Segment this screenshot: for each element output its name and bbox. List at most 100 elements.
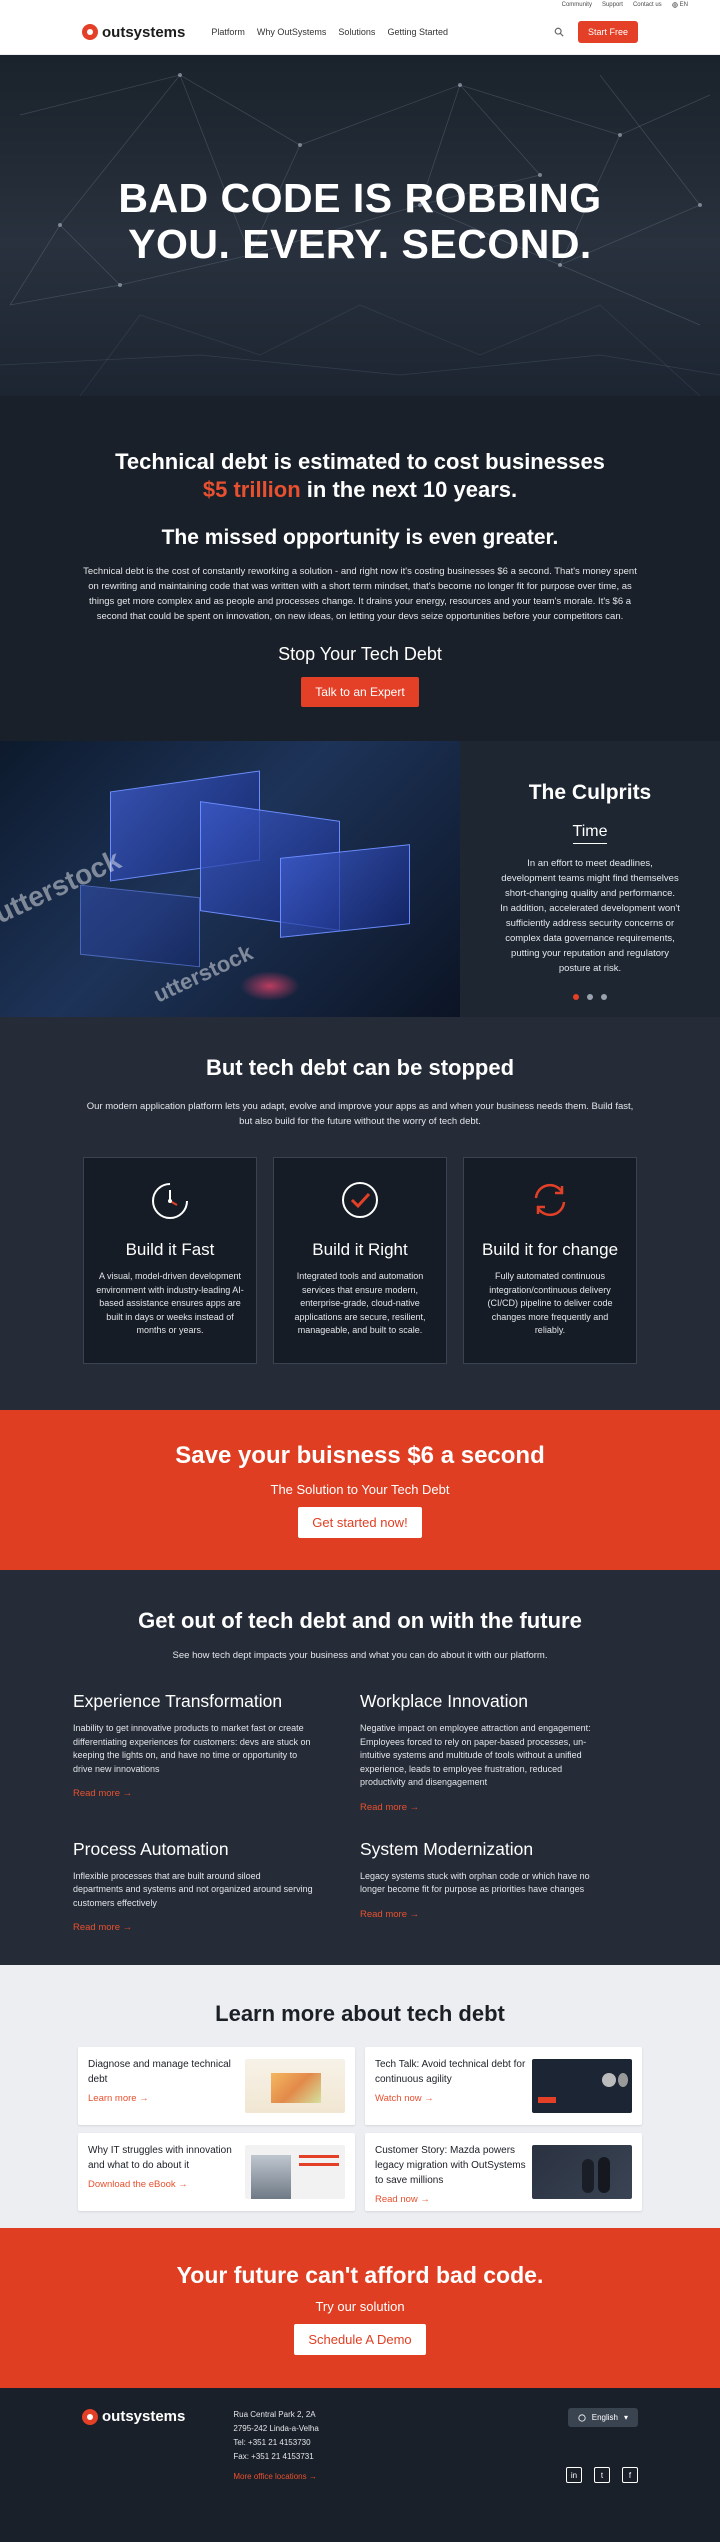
future-item: System Modernization Legacy systems stuc… [360, 1839, 647, 1936]
debt-body: Technical debt is the cost of constantly… [83, 566, 637, 622]
cta-subtitle: Try our solution [315, 2299, 405, 2314]
address-line: Fax: +351 21 4153731 [233, 2452, 314, 2461]
nav-solutions[interactable]: Solutions [338, 27, 375, 37]
future-item: Workplace Innovation Negative impact on … [360, 1691, 647, 1815]
future-item-title: Experience Transformation [73, 1691, 283, 1711]
culprits-body: In an effort to meet deadlines, developm… [500, 858, 680, 974]
save-subtitle: The Solution to Your Tech Debt [270, 1482, 450, 1497]
nav-platform[interactable]: Platform [211, 27, 245, 37]
future-item: Process Automation Inflexible processes … [73, 1839, 360, 1936]
save-section: Save your buisness $6 a second The Solut… [0, 1410, 720, 1570]
hero-section: BAD CODE IS ROBBING YOU. EVERY. SECOND. [0, 55, 720, 396]
resource-card[interactable]: Customer Story: Mazda powers legacy migr… [365, 2133, 642, 2211]
future-item-body: Inflexible processes that are built arou… [73, 1870, 313, 1908]
debt-subhead: The missed opportunity is even greater. [161, 526, 559, 549]
read-more-link[interactable]: Read more → [73, 1922, 132, 1933]
debt-headline-post: in the next 10 years. [300, 477, 518, 502]
schedule-demo-button[interactable]: Schedule A Demo [294, 2324, 426, 2355]
future-section: Get out of tech debt and on with the fut… [0, 1570, 720, 1965]
resource-title: Customer Story: Mazda powers legacy migr… [375, 2145, 526, 2186]
stopped-title: But tech debt can be stopped [205, 1055, 515, 1080]
resource-card[interactable]: Tech Talk: Avoid technical debt for cont… [365, 2047, 642, 2125]
carousel-dot-1[interactable] [573, 994, 579, 1000]
logo-icon [82, 2408, 98, 2425]
search-icon[interactable] [554, 27, 564, 37]
main-nav: Platform Why OutSystems Solutions Gettin… [211, 27, 448, 37]
stopped-lead: Our modern application platform lets you… [86, 1101, 634, 1127]
resource-link[interactable]: Read now → [375, 2194, 430, 2205]
save-title: Save your buisness $6 a second [175, 1442, 545, 1469]
feature-card-fast: Build it Fast A visual, model-driven dev… [83, 1157, 257, 1364]
nav-getting-started[interactable]: Getting Started [387, 27, 448, 37]
talk-to-expert-button[interactable]: Talk to an Expert [301, 677, 419, 707]
twitter-icon[interactable]: t [594, 2467, 610, 2483]
address-line: 2795-242 Linda-a-Velha [233, 2424, 319, 2433]
resource-link[interactable]: Watch now → [375, 2093, 434, 2104]
future-item-body: Negative impact on employee attraction a… [360, 1723, 591, 1787]
social-links: in t f [566, 2467, 638, 2483]
learn-section: Learn more about tech debt Diagnose and … [0, 1965, 720, 2228]
resource-thumbnail [245, 2059, 345, 2113]
resource-thumbnail [245, 2145, 345, 2199]
resource-title: Diagnose and manage technical debt [88, 2059, 231, 2085]
footer: outsystems Rua Central Park 2, 2A 2795-2… [0, 2388, 720, 2542]
read-more-link[interactable]: Read more → [360, 1909, 419, 1920]
debt-headline: Technical debt is estimated to cost busi… [0, 448, 720, 504]
card-body-change: Fully automated continuous integration/c… [487, 1271, 613, 1335]
logo-icon [82, 24, 98, 40]
future-item-title: System Modernization [360, 1838, 534, 1859]
card-title-fast: Build it Fast [125, 1240, 215, 1259]
linkedin-icon[interactable]: in [566, 2467, 582, 2483]
culprits-section: utterstock utterstock The Culprits Time … [0, 741, 720, 1017]
card-title-right: Build it Right [312, 1240, 408, 1259]
future-item-body: Inability to get innovative products to … [73, 1723, 311, 1774]
outsystems-logo[interactable]: outsystems [82, 24, 185, 41]
resource-thumbnail [532, 2059, 632, 2113]
main-header: outsystems Platform Why OutSystems Solut… [0, 10, 720, 55]
utility-link-community[interactable]: Community [562, 2, 592, 8]
debt-cta-heading: Stop Your Tech Debt [278, 644, 442, 664]
more-locations-link[interactable]: More office locations → [233, 2470, 316, 2484]
hero-title-line1: BAD CODE IS ROBBING [118, 175, 602, 221]
carousel-dot-2[interactable] [587, 994, 593, 1000]
language-switch[interactable]: EN [671, 2, 688, 8]
resource-title: Why IT struggles with innovation and wha… [88, 2145, 232, 2171]
resource-card[interactable]: Diagnose and manage technical debt Learn… [78, 2047, 355, 2125]
footer-logo[interactable]: outsystems [82, 2408, 185, 2425]
nav-why-outsystems[interactable]: Why OutSystems [257, 27, 327, 37]
carousel-dot-3[interactable] [601, 994, 607, 1000]
logo-text: outsystems [102, 23, 186, 41]
culprits-image: utterstock utterstock [0, 741, 460, 1017]
resource-link[interactable]: Download the eBook → [88, 2179, 188, 2190]
bad-code-cta-section: Your future can't afford bad code. Try o… [0, 2228, 720, 2388]
footer-logo-text: outsystems [102, 2408, 186, 2425]
utility-link-support[interactable]: Support [602, 2, 623, 8]
card-body-right: Integrated tools and automation services… [294, 1271, 426, 1335]
read-more-link[interactable]: Read more → [360, 1802, 419, 1813]
stopped-section: But tech debt can be stopped Our modern … [0, 1017, 720, 1410]
culprits-subtitle: Time [572, 823, 608, 844]
learn-title: Learn more about tech debt [215, 2001, 505, 2026]
tech-debt-section: Technical debt is estimated to cost busi… [0, 396, 720, 741]
cta-title: Your future can't afford bad code. [176, 2262, 544, 2288]
culprits-title: The Culprits [528, 781, 652, 804]
future-title: Get out of tech debt and on with the fut… [138, 1608, 582, 1633]
read-more-link[interactable]: Read more → [73, 1788, 132, 1799]
resource-card[interactable]: Why IT struggles with innovation and wha… [78, 2133, 355, 2211]
resource-thumbnail [532, 2145, 632, 2199]
language-select[interactable]: English ▾ [567, 2408, 638, 2427]
debt-headline-pre: Technical debt is estimated to cost busi… [115, 449, 605, 474]
card-body-fast: A visual, model-driven development envir… [96, 1271, 244, 1335]
debt-headline-accent: $5 trillion [202, 477, 301, 502]
future-item: Experience Transformation Inability to g… [73, 1691, 360, 1815]
start-free-button[interactable]: Start Free [577, 21, 638, 43]
utility-link-contact[interactable]: Contact us [633, 2, 662, 8]
get-started-button[interactable]: Get started now! [298, 1507, 422, 1538]
address-line: Tel: +351 21 4153730 [233, 2438, 311, 2447]
language-label: English [591, 2413, 618, 2422]
future-item-title: Workplace Innovation [360, 1691, 528, 1711]
future-item-body: Legacy systems stuck with orphan code or… [360, 1870, 590, 1895]
resource-link[interactable]: Learn more → [88, 2093, 149, 2104]
refresh-icon [534, 1183, 566, 1217]
facebook-icon[interactable]: f [622, 2467, 638, 2483]
